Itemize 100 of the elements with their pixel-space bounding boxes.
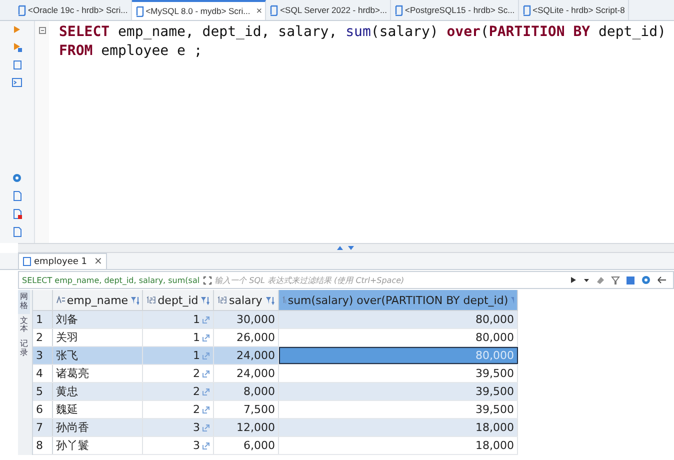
cell-value: 黄忠: [56, 384, 78, 399]
cell-value: 18,000: [476, 439, 514, 452]
tab-label: <Oracle 19c - hrdb> Scri...: [28, 5, 128, 15]
table-cell[interactable]: 魏延: [53, 401, 143, 418]
tab-label: <MySQL 8.0 - mydb> Scri...: [146, 6, 250, 16]
tab-label: <SQL Server 2022 - hrdb>...: [280, 5, 388, 15]
script-icon: [134, 6, 144, 16]
link-icon[interactable]: [202, 316, 210, 324]
view-tab[interactable]: 网格: [18, 290, 30, 314]
document-icon[interactable]: [12, 191, 22, 201]
cell-value: 诸葛亮: [56, 366, 89, 381]
table-cell[interactable]: 2: [143, 401, 214, 418]
column-header[interactable]: sum(salary) over(PARTITION BY dept_id): [279, 290, 518, 310]
table-cell[interactable]: 刘备: [53, 311, 143, 328]
link-icon[interactable]: [202, 442, 210, 450]
table-cell[interactable]: 孙尚香: [53, 419, 143, 436]
table-cell[interactable]: 7,500: [214, 401, 279, 418]
expand-icon[interactable]: [202, 276, 212, 284]
filter-icon[interactable]: [611, 276, 620, 284]
table-cell[interactable]: 张飞: [53, 347, 143, 364]
settings-icon[interactable]: [641, 275, 651, 285]
column-label: emp_name: [66, 294, 128, 306]
table-cell[interactable]: 12,000: [214, 419, 279, 436]
filter-input[interactable]: 输入一个 SQL 表达式来过滤结果 (使用 Ctrl+Space): [214, 276, 567, 284]
column-header[interactable]: dept_id: [143, 290, 214, 310]
view-tab[interactable]: 记录: [18, 337, 30, 361]
table-cell[interactable]: 1: [143, 311, 214, 328]
table-cell[interactable]: 黄忠: [53, 383, 143, 400]
dropdown-icon[interactable]: [583, 276, 590, 284]
collapse-arrows-icon[interactable]: [336, 245, 356, 251]
table-cell[interactable]: 8,000: [214, 383, 279, 400]
table-cell[interactable]: 80,000: [279, 311, 518, 328]
script-icon: [522, 4, 531, 16]
table-cell[interactable]: 孙丫鬟: [53, 437, 143, 454]
cell-value: 7,500: [244, 403, 275, 416]
cell-value: 26,000: [236, 331, 275, 344]
cell-value: 39,500: [476, 367, 514, 380]
column-label: salary: [229, 294, 262, 306]
row-number: 6: [33, 401, 53, 418]
table-cell[interactable]: 39,500: [279, 365, 518, 382]
cell-value: 39,500: [476, 403, 514, 416]
back-arrow-icon[interactable]: [657, 276, 667, 284]
terminal-icon[interactable]: [12, 78, 22, 87]
table-cell[interactable]: 1: [143, 347, 214, 364]
table-cell[interactable]: 18,000: [279, 419, 518, 436]
table-cell[interactable]: 18,000: [279, 437, 518, 454]
cell-value: 魏延: [56, 402, 78, 417]
column-header[interactable]: emp_name: [53, 290, 143, 310]
table-cell[interactable]: 2: [143, 365, 214, 382]
document-icon[interactable]: [12, 227, 22, 237]
column-label: dept_id: [158, 294, 198, 306]
editor-tab[interactable]: <SQLite - hrdb> Script-8: [518, 0, 629, 20]
cell-value: 孙丫鬟: [56, 438, 89, 453]
editor-tab[interactable]: <MySQL 8.0 - mydb> Scri... ×: [132, 0, 266, 20]
row-number: 5: [33, 383, 53, 400]
close-button[interactable]: ×: [94, 256, 102, 267]
link-icon[interactable]: [202, 388, 210, 396]
link-icon[interactable]: [202, 406, 210, 414]
script-icon: [394, 4, 404, 16]
cell-value: 张飞: [56, 348, 78, 363]
link-icon[interactable]: [202, 424, 210, 432]
tab-label: <SQLite - hrdb> Script-8: [532, 5, 625, 15]
row-number: 1: [33, 311, 53, 328]
cell-value: 刘备: [56, 312, 78, 327]
table-cell[interactable]: 1: [143, 329, 214, 346]
link-icon[interactable]: [202, 334, 210, 342]
play-script-icon[interactable]: [12, 42, 22, 52]
cell-value: 8,000: [244, 385, 275, 398]
cell-value: 2: [193, 403, 200, 416]
table-cell[interactable]: 30,000: [214, 311, 279, 328]
table-cell[interactable]: 3: [143, 419, 214, 436]
cell-value: 3: [193, 421, 200, 434]
script-icon: [269, 4, 278, 16]
table-cell[interactable]: 6,000: [214, 437, 279, 454]
close-button[interactable]: ×: [256, 6, 262, 16]
table-cell[interactable]: 80,000: [279, 329, 518, 346]
filter-field[interactable]: SELECT emp_name, dept_id, salary, sum(sal 输入一个 SQL 表达式来过滤结果 (使用 Ctrl+Space): [18, 271, 674, 289]
editor-tab[interactable]: <SQL Server 2022 - hrdb>...: [266, 0, 392, 20]
cell-value: 80,000: [476, 331, 514, 344]
table-cell[interactable]: 24,000: [214, 365, 279, 382]
cell-value: 1: [193, 313, 200, 326]
table-cell[interactable]: 关羽: [53, 329, 143, 346]
document-icon[interactable]: [12, 209, 22, 219]
table-cell[interactable]: 诸葛亮: [53, 365, 143, 382]
eraser-icon[interactable]: [596, 276, 605, 284]
play-icon[interactable]: [570, 276, 577, 284]
table-cell[interactable]: 39,500: [279, 401, 518, 418]
save-icon[interactable]: [626, 276, 635, 284]
editor-tab[interactable]: <PostgreSQL15 - hrdb> Sc...: [391, 0, 519, 20]
collapse-icon[interactable]: [38, 27, 46, 34]
view-tab[interactable]: 文本: [18, 314, 30, 338]
sql-editor[interactable]: SELECT emp_name, dept_id, salary, sum(salary) over(PARTITION BY dept_id) FROM employee e ;: [49, 21, 666, 243]
link-icon[interactable]: [202, 370, 210, 378]
row-number: 4: [33, 365, 53, 382]
table-cell[interactable]: 2: [143, 383, 214, 400]
table-cell[interactable]: 39,500: [279, 383, 518, 400]
script-icon[interactable]: [12, 60, 22, 70]
table-cell[interactable]: 26,000: [214, 329, 279, 346]
results-tab[interactable]: employee 1 ×: [18, 253, 108, 269]
table-cell[interactable]: 3: [143, 437, 214, 454]
